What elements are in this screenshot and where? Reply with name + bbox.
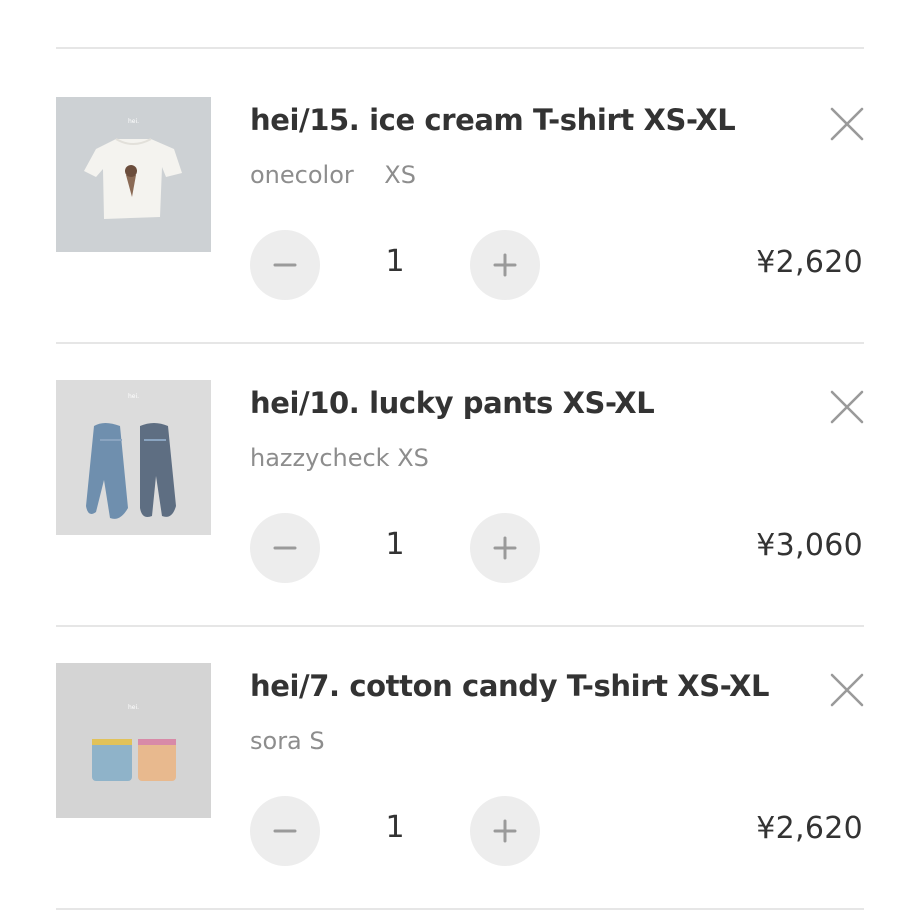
- remove-item-button[interactable]: [828, 388, 866, 426]
- cart-item: hei. hei/15. ice cream T-shirt XS-XL one…: [0, 97, 920, 380]
- close-icon: [830, 673, 864, 707]
- item-price: ¥2,620: [756, 245, 863, 280]
- pants-photo-icon: hei.: [56, 380, 211, 535]
- quantity-value: 1: [385, 244, 405, 279]
- remove-item-button[interactable]: [828, 671, 866, 709]
- plus-icon: [493, 819, 517, 843]
- minus-icon: [273, 263, 297, 267]
- tshirts-photo-icon: hei.: [56, 663, 211, 818]
- decrease-quantity-button[interactable]: [250, 796, 320, 866]
- cart-item: hei. hei/7. cotton candy T-shirt XS-XL s…: [0, 663, 920, 920]
- product-image[interactable]: hei.: [56, 380, 211, 535]
- divider: [56, 342, 864, 344]
- svg-text:hei.: hei.: [128, 704, 139, 711]
- tshirt-photo-icon: hei.: [56, 97, 211, 252]
- minus-icon: [273, 546, 297, 550]
- product-variant: hazzycheck XS: [250, 444, 429, 472]
- minus-icon: [273, 829, 297, 833]
- product-variant: onecolor XS: [250, 161, 416, 189]
- product-variant: sora S: [250, 727, 325, 755]
- close-icon: [830, 107, 864, 141]
- product-title[interactable]: hei/10. lucky pants XS-XL: [250, 386, 655, 420]
- product-title[interactable]: hei/7. cotton candy T-shirt XS-XL: [250, 669, 769, 703]
- svg-text:hei.: hei.: [128, 118, 139, 125]
- plus-icon: [493, 253, 517, 277]
- product-image[interactable]: hei.: [56, 97, 211, 252]
- svg-text:hei.: hei.: [128, 393, 139, 400]
- decrease-quantity-button[interactable]: [250, 230, 320, 300]
- plus-icon: [493, 536, 517, 560]
- increase-quantity-button[interactable]: [470, 796, 540, 866]
- quantity-value: 1: [385, 810, 405, 845]
- remove-item-button[interactable]: [828, 105, 866, 143]
- product-title[interactable]: hei/15. ice cream T-shirt XS-XL: [250, 103, 736, 137]
- divider: [56, 625, 864, 627]
- decrease-quantity-button[interactable]: [250, 513, 320, 583]
- product-image[interactable]: hei.: [56, 663, 211, 818]
- item-price: ¥3,060: [756, 528, 863, 563]
- quantity-value: 1: [385, 527, 405, 562]
- item-price: ¥2,620: [756, 811, 863, 846]
- close-icon: [830, 390, 864, 424]
- increase-quantity-button[interactable]: [470, 230, 540, 300]
- cart-item: hei. hei/10. lucky pants XS-XL hazzychec…: [0, 380, 920, 663]
- cart-list: hei. hei/15. ice cream T-shirt XS-XL one…: [0, 0, 920, 920]
- increase-quantity-button[interactable]: [470, 513, 540, 583]
- divider: [56, 47, 864, 49]
- divider: [56, 908, 864, 910]
